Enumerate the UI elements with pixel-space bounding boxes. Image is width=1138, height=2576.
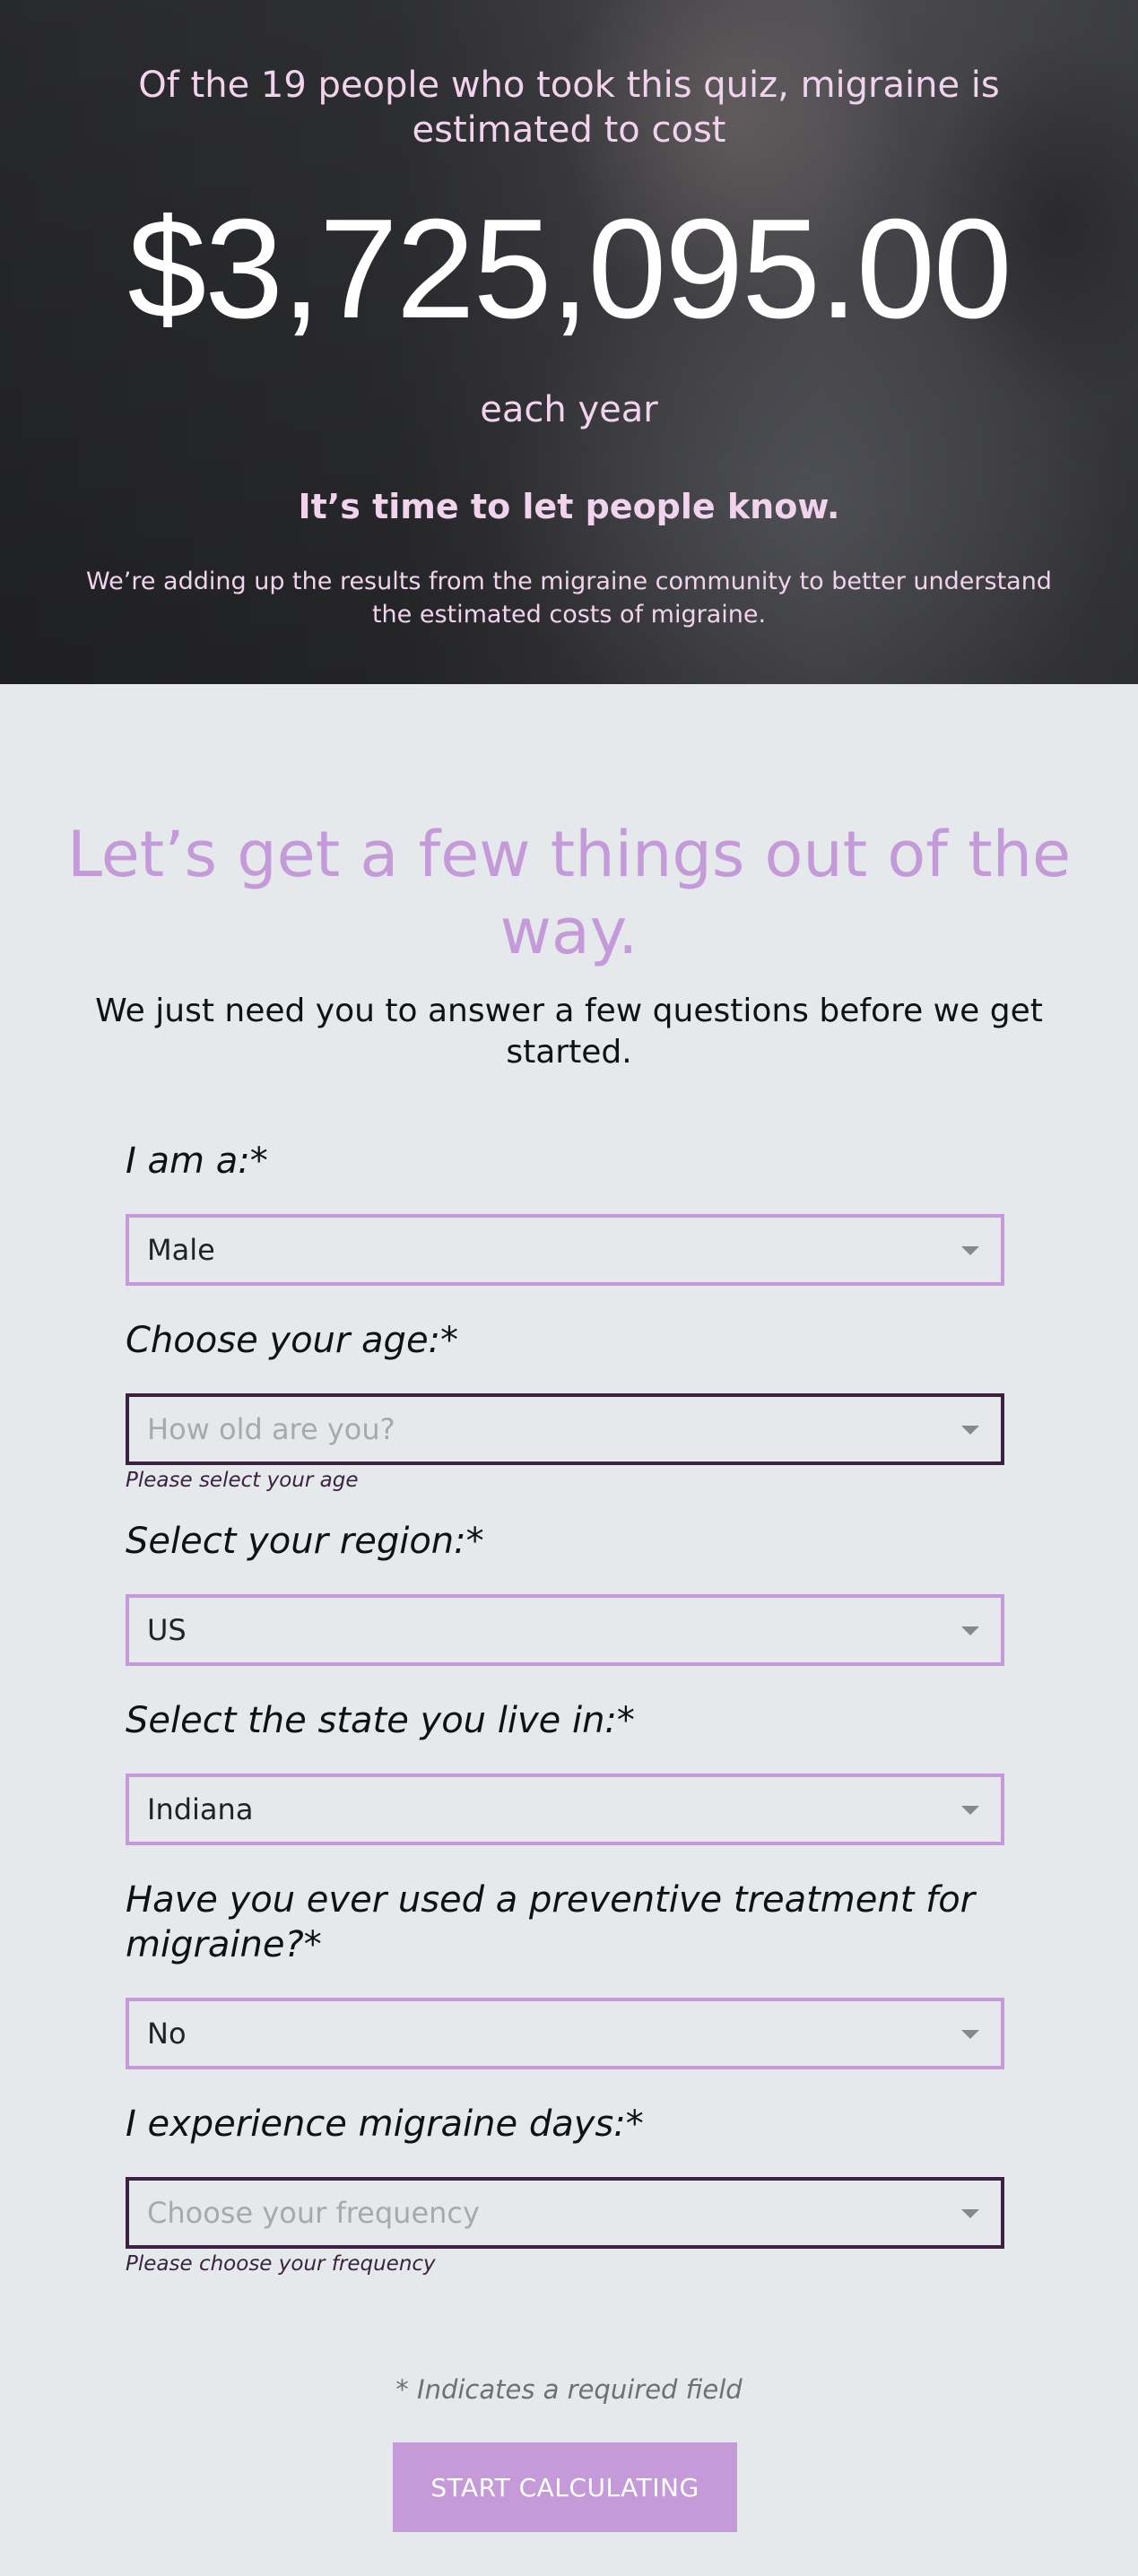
chevron-down-icon	[961, 1426, 979, 1435]
preventive-treatment-label: Have you ever used a preventive treatmen…	[126, 1879, 976, 1965]
hero-banner: Of the 19 people who took this quiz, mig…	[0, 0, 1138, 684]
age-label: Choose your age:*	[126, 1320, 459, 1361]
migraine-frequency-select-placeholder: Choose your frequency	[147, 2196, 480, 2230]
migraine-frequency-field: I experience migraine days:* Choose your…	[126, 2102, 1004, 2277]
chevron-down-icon	[961, 2209, 979, 2218]
migraine-frequency-label: I experience migraine days:*	[126, 2103, 644, 2145]
age-select[interactable]: How old are you?	[126, 1393, 1004, 1465]
state-select[interactable]: Indiana	[126, 1774, 1004, 1845]
estimated-cost-amount: $3,725,095.00	[127, 190, 1012, 348]
region-field: Select your region:* US	[126, 1519, 1004, 1666]
migraine-frequency-select[interactable]: Choose your frequency	[126, 2177, 1004, 2249]
age-field: Choose your age:* How old are you? Pleas…	[126, 1318, 1004, 1494]
chevron-down-icon	[961, 1246, 979, 1255]
region-select[interactable]: US	[126, 1594, 1004, 1666]
intro-subtitle: We just need you to answer a few questio…	[95, 993, 1043, 1071]
preventive-treatment-field: Have you ever used a preventive treatmen…	[126, 1878, 1004, 2069]
required-field-note: * Indicates a required field	[395, 2374, 743, 2405]
state-select-value: Indiana	[147, 1792, 254, 1826]
migraine-frequency-error-message: Please choose your frequency	[126, 2252, 436, 2276]
start-calculating-button[interactable]: START CALCULATING	[393, 2442, 737, 2532]
state-field: Select the state you live in:* Indiana	[126, 1698, 1004, 1845]
gender-select[interactable]: Male	[126, 1214, 1004, 1286]
preventive-treatment-select[interactable]: No	[126, 1998, 1004, 2069]
preventive-treatment-select-value: No	[147, 2017, 187, 2051]
hero-period-text: each year	[480, 389, 658, 430]
hero-description: We’re adding up the results from the mig…	[86, 568, 1052, 629]
chevron-down-icon	[961, 1626, 979, 1635]
gender-field: I am a:* Male	[126, 1139, 1004, 1286]
age-select-placeholder: How old are you?	[147, 1412, 395, 1446]
hero-lead-text: Of the 19 people who took this quiz, mig…	[138, 65, 1000, 151]
gender-select-value: Male	[147, 1233, 215, 1267]
gender-label: I am a:*	[126, 1141, 268, 1182]
quiz-form: I am a:* Male Choose your age:* How old …	[126, 1139, 1004, 2277]
state-label: Select the state you live in:*	[126, 1700, 635, 1741]
chevron-down-icon	[961, 2030, 979, 2039]
intro-title: Let’s get a few things out of the way.	[66, 818, 1072, 968]
region-select-value: US	[147, 1613, 187, 1647]
chevron-down-icon	[961, 1806, 979, 1815]
age-error-message: Please select your age	[126, 1469, 359, 1492]
region-label: Select your region:*	[126, 1521, 484, 1562]
hero-cta-heading: It’s time to let people know.	[298, 487, 840, 526]
